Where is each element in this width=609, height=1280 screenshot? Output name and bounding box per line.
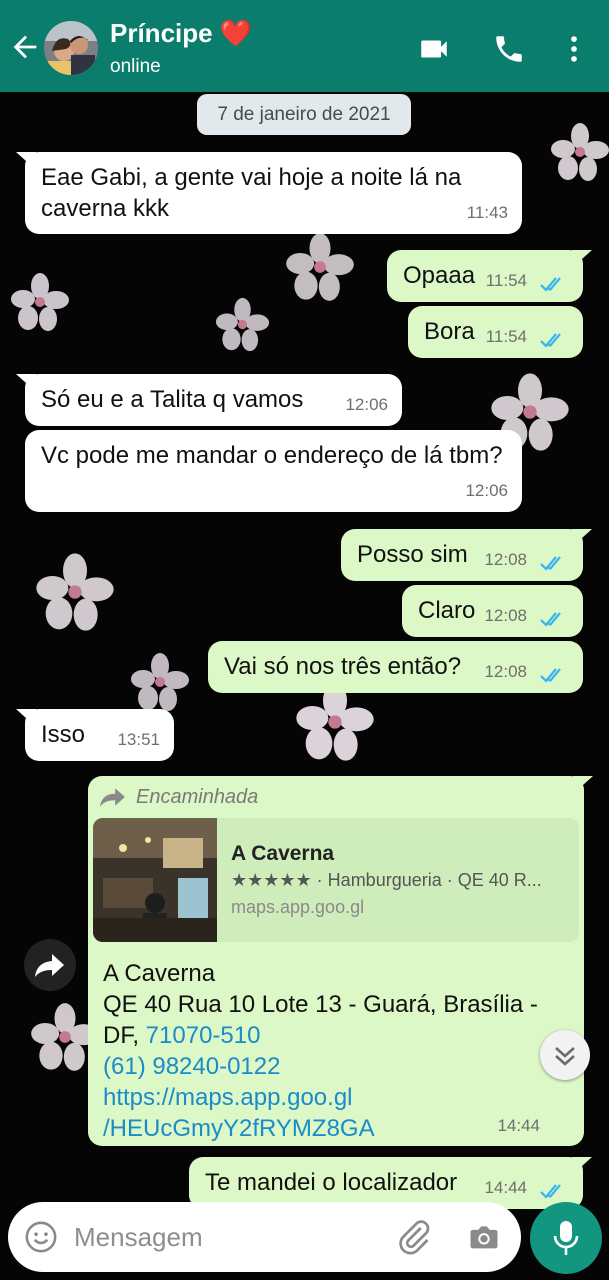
- message-outgoing[interactable]: Opaaa 11:54: [387, 250, 592, 302]
- read-ticks-icon: [540, 333, 561, 348]
- read-ticks-icon: [540, 277, 561, 292]
- message-time: 12:08: [484, 606, 527, 625]
- bubble-tail-icon: [16, 374, 36, 392]
- forwarded-location-message[interactable]: Encaminhada A Caverna ★★★★★ · Hamburguer…: [88, 776, 593, 1146]
- wallpaper-flower-icon: [131, 653, 189, 711]
- wallpaper-flower-icon: [296, 683, 374, 761]
- chat-header: Príncipe ❤️ online: [0, 0, 609, 92]
- bubble-tail-icon: [572, 1157, 592, 1175]
- share-button[interactable]: [24, 939, 76, 991]
- chat-area[interactable]: 7 de janeiro de 2021 Eae Gabi, a gente v…: [0, 92, 609, 1280]
- avatar[interactable]: [44, 21, 98, 75]
- read-ticks-icon: [540, 1184, 561, 1199]
- message-time: 13:51: [117, 730, 160, 749]
- maps-url-link[interactable]: https://maps.app.goo.gl: [103, 1082, 573, 1113]
- message-time: 11:54: [485, 271, 527, 290]
- place-thumbnail: [93, 818, 217, 942]
- forward-arrow-icon: [100, 788, 125, 807]
- preview-domain: maps.app.goo.gl: [231, 897, 365, 917]
- message-text: Bora: [424, 318, 475, 345]
- message-incoming[interactable]: Só eu e a Talita q vamos 12:06: [16, 374, 402, 426]
- read-ticks-icon: [540, 556, 561, 571]
- bubble-tail-icon: [572, 250, 592, 268]
- message-time: 12:06: [345, 395, 388, 414]
- date-divider: 7 de janeiro de 2021: [197, 94, 411, 135]
- message-text: Eae Gabi, a gente vai hoje a noite lá na…: [41, 164, 462, 222]
- message-incoming[interactable]: Isso 13:51: [16, 709, 174, 761]
- message-input-bar: [8, 1202, 521, 1272]
- message-outgoing[interactable]: Claro 12:08: [402, 585, 583, 637]
- message-time: 12:06: [465, 481, 508, 500]
- bubble-tail-icon: [16, 152, 36, 170]
- forwarded-label: Encaminhada: [100, 782, 258, 812]
- message-time: 11:43: [466, 203, 508, 222]
- attach-icon[interactable]: [396, 1219, 432, 1255]
- preview-description: ★★★★★ · Hamburgueria · QE 40 R...: [231, 870, 542, 890]
- message-text: Vai só nos três então?: [224, 653, 462, 680]
- wallpaper-flower-icon: [551, 123, 609, 181]
- more-vert-icon[interactable]: [557, 32, 591, 66]
- message-time: 12:08: [484, 550, 527, 569]
- message-time: 14:44: [497, 1116, 540, 1135]
- message-text: Isso: [41, 721, 86, 748]
- message-text: Claro: [418, 597, 476, 624]
- wallpaper-flower-icon: [11, 273, 69, 331]
- mic-button[interactable]: [530, 1202, 602, 1274]
- message-outgoing[interactable]: Bora 11:54: [408, 306, 583, 358]
- chevron-double-down-icon: [555, 1047, 575, 1066]
- contact-status: online: [110, 56, 161, 77]
- scroll-to-bottom-button[interactable]: [540, 1030, 590, 1080]
- read-ticks-icon: [540, 612, 561, 627]
- message-time: 11:54: [485, 327, 527, 346]
- message-incoming[interactable]: Vc pode me mandar o endereço de lá tbm? …: [25, 430, 522, 512]
- share-arrow-icon: [35, 954, 64, 977]
- voice-call-icon[interactable]: [492, 32, 526, 66]
- camera-icon[interactable]: [466, 1220, 502, 1254]
- back-arrow-icon[interactable]: [8, 30, 42, 64]
- message-time: 12:08: [484, 662, 527, 681]
- preview-title: A Caverna: [231, 842, 335, 865]
- wallpaper-flower-icon: [215, 297, 270, 352]
- message-outgoing[interactable]: Vai só nos três então? 12:08: [208, 641, 583, 693]
- message-text: Posso sim: [357, 541, 468, 568]
- read-ticks-icon: [540, 668, 561, 683]
- link-preview[interactable]: A Caverna ★★★★★ · Hamburgueria · QE 40 R…: [93, 818, 579, 942]
- address-line: QE 40 Rua 10 Lote 13 - Guará, Brasília -: [103, 991, 538, 1018]
- message-outgoing[interactable]: Posso sim 12:08: [341, 529, 592, 581]
- emoji-icon[interactable]: [24, 1220, 58, 1254]
- message-incoming[interactable]: Eae Gabi, a gente vai hoje a noite lá na…: [16, 152, 522, 234]
- postal-code-link[interactable]: 71070-510: [146, 1022, 261, 1049]
- message-text: Te mandei o localizador: [205, 1169, 458, 1196]
- phone-link[interactable]: (61) 98240-0122: [103, 1051, 573, 1082]
- message-input[interactable]: [74, 1202, 374, 1272]
- place-name: A Caverna: [103, 960, 216, 987]
- message-time: 14:44: [484, 1178, 527, 1197]
- video-call-icon[interactable]: [417, 32, 451, 66]
- message-text: Só eu e a Talita q vamos: [41, 386, 304, 413]
- bubble-tail-icon: [16, 709, 36, 727]
- wallpaper-flower-icon: [286, 233, 354, 301]
- address-state: DF,: [103, 1022, 146, 1049]
- mic-icon: [553, 1221, 579, 1255]
- wallpaper-flower-icon: [36, 553, 114, 631]
- bubble-tail-icon: [573, 776, 593, 794]
- message-text: Opaaa: [403, 262, 476, 289]
- contact-name[interactable]: Príncipe ❤️: [110, 18, 252, 49]
- bubble-tail-icon: [572, 529, 592, 547]
- message-text: Vc pode me mandar o endereço de lá tbm?: [41, 442, 503, 469]
